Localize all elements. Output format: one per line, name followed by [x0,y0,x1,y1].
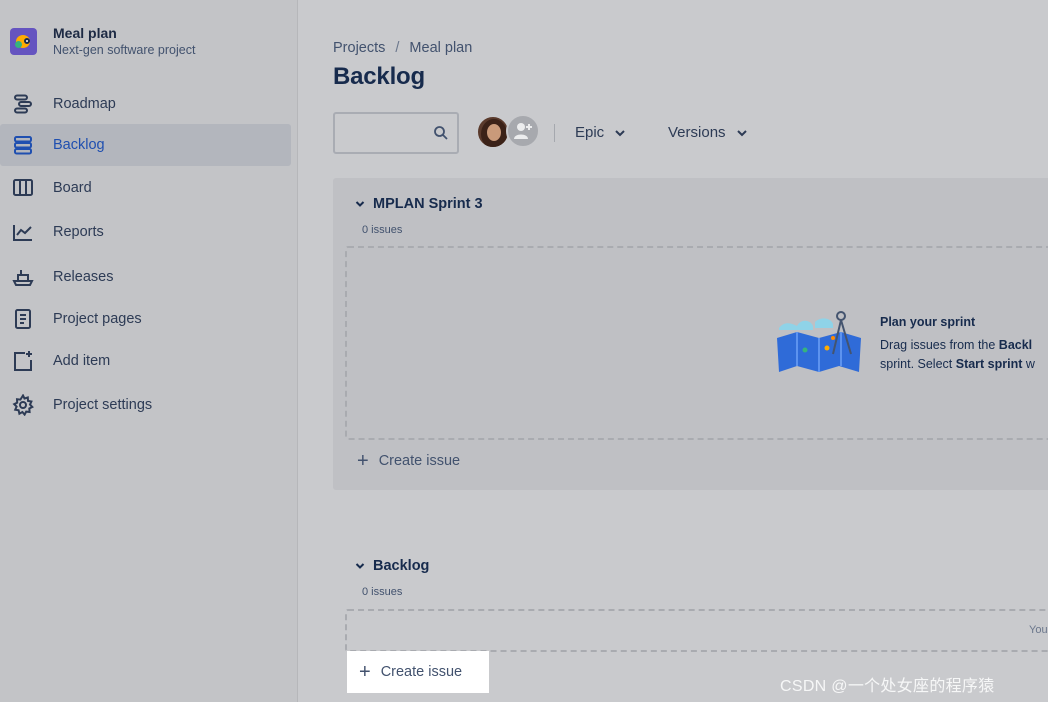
reports-icon [12,221,34,243]
sidebar-item-label: Releases [53,269,114,285]
plan-sprint-illustration [777,311,861,372]
plan-sprint-description: Drag issues from the Backl sprint. Selec… [880,336,1035,374]
versions-filter-label: Versions [668,124,726,141]
sidebar-item-label: Board [53,180,92,196]
sidebar-item-add-item[interactable]: Add item [0,340,291,382]
versions-filter[interactable]: Versions [668,124,748,141]
chevron-down-icon [355,563,365,569]
board-icon [12,177,34,199]
sprint-panel: MPLAN Sprint 3 0 issues Plan your sprint… [333,178,1048,490]
breadcrumb: Projects / Meal plan [333,40,472,56]
sprint-name: MPLAN Sprint 3 [373,196,483,212]
plan-desc-text: sprint. Select [880,357,956,371]
sprint-header[interactable]: MPLAN Sprint 3 [355,196,483,212]
sprint-issue-count: 0 issues [362,224,403,236]
backlog-issue-count: 0 issues [362,586,403,598]
add-people-button[interactable] [506,114,540,148]
project-avatar [10,28,37,55]
roadmap-icon [12,93,34,115]
epic-filter[interactable]: Epic [575,124,626,141]
plus-icon: + [359,661,371,683]
epic-filter-label: Epic [575,124,605,141]
plan-desc-text: w [1022,357,1035,371]
project-header[interactable]: Meal plan Next-gen software project [10,24,195,59]
backlog-create-issue-button[interactable]: + Create issue [359,662,462,682]
watermark: CSDN @一个处女座的程序猿 [780,678,995,695]
plan-desc-bold: Backl [998,338,1033,352]
project-pages-icon [12,308,34,330]
breadcrumb-meal-plan[interactable]: Meal plan [409,40,472,56]
backlog-header[interactable]: Backlog [355,558,429,574]
sidebar-item-label: Project settings [53,397,153,413]
sidebar-item-label: Add item [53,353,111,369]
page-title: Backlog [333,63,425,90]
plan-sprint-title: Plan your sprint [880,315,976,329]
chevron-down-icon [736,129,747,136]
create-issue-label: Create issue [378,453,461,469]
project-subtitle: Next-gen software project [53,43,196,57]
plus-icon: + [357,450,369,472]
releases-icon [12,266,34,288]
add-item-icon [12,350,34,372]
sidebar-item-project-pages[interactable]: Project pages [0,298,291,340]
sidebar-item-label: Backlog [53,137,105,153]
sidebar-item-project-settings[interactable]: Project settings [0,384,291,426]
sidebar: Meal plan Next-gen software project Road… [0,0,298,702]
sidebar-item-backlog[interactable]: Backlog [0,124,291,166]
breadcrumb-separator: / [395,40,400,56]
sidebar-item-reports[interactable]: Reports [0,211,291,253]
sprint-create-issue-button[interactable]: + Create issue [357,451,460,471]
user-avatar[interactable] [476,115,510,149]
chevron-down-icon [615,129,625,136]
plan-desc-text: Drag issues from the [880,338,999,352]
toolbar-divider [554,124,555,142]
sidebar-item-releases[interactable]: Releases [0,256,291,298]
sidebar-item-label: Roadmap [53,96,116,112]
plan-desc-bold: Start sprint [955,357,1023,371]
backlog-empty-text: You [1029,624,1048,636]
sidebar-item-label: Project pages [53,311,142,327]
add-person-icon [514,123,532,139]
sidebar-item-roadmap[interactable]: Roadmap [0,83,291,125]
chevron-down-icon [355,201,365,207]
sidebar-item-label: Reports [53,224,104,240]
project-name: Meal plan [53,25,117,41]
gear-icon [12,394,34,416]
search-input[interactable] [333,112,459,154]
main-content: Projects / Meal plan Backlog Epic Versio… [299,0,1048,702]
breadcrumb-projects[interactable]: Projects [333,40,385,56]
backlog-dropzone[interactable] [345,609,1048,652]
backlog-name: Backlog [373,558,430,574]
sidebar-item-board[interactable]: Board [0,167,291,209]
backlog-icon [12,134,34,156]
search-icon [434,126,448,140]
create-issue-label: Create issue [380,664,463,680]
